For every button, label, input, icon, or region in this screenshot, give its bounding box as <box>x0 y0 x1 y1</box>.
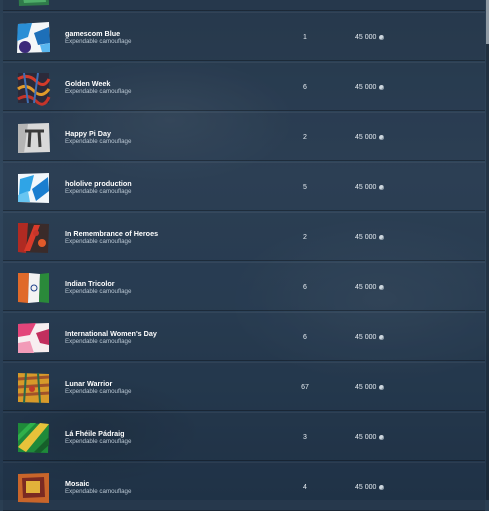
item-price: 45 000 <box>355 434 385 441</box>
item-quantity: 4 <box>303 484 307 491</box>
item-type: Expendable camouflage <box>65 88 132 95</box>
item-type: Expendable camouflage <box>65 238 132 245</box>
credits-coin-icon <box>379 434 385 440</box>
indian-tricolor-camo-icon <box>18 273 49 303</box>
list-item[interactable]: gamescom Blue Expendable camouflage 1 45… <box>3 12 485 61</box>
item-name: In Remembrance of Heroes <box>65 229 159 238</box>
remembrance-camo-icon <box>18 223 49 253</box>
credits-coin-icon <box>379 384 385 390</box>
item-type: Expendable camouflage <box>65 188 132 195</box>
item-price: 45 000 <box>355 234 385 241</box>
item-quantity: 6 <box>303 334 307 341</box>
item-quantity: 2 <box>303 134 307 141</box>
golden-week-camo-icon <box>17 72 51 106</box>
item-quantity: 1 <box>303 34 307 41</box>
item-price: 45 000 <box>355 384 385 391</box>
credits-coin-icon <box>379 184 385 190</box>
gamescom-blue-camo-icon <box>17 22 50 53</box>
item-name: Mosaic <box>65 479 90 488</box>
credits-coin-icon <box>379 334 385 340</box>
list-item[interactable]: Happy Pi Day Expendable camouflage 2 45 … <box>3 112 485 161</box>
item-quantity: 67 <box>301 384 309 391</box>
credits-coin-icon <box>379 134 385 140</box>
credits-coin-icon <box>379 84 385 90</box>
list-item[interactable]: In Remembrance of Heroes Expendable camo… <box>3 212 485 261</box>
item-quantity: 3 <box>303 434 307 441</box>
list-item[interactable]: Indian Tricolor Expendable camouflage 6 … <box>3 262 485 311</box>
item-price: 45 000 <box>355 284 385 291</box>
item-type: Expendable camouflage <box>65 438 132 445</box>
item-price: 45 000 <box>355 134 385 141</box>
item-name: hololive production <box>65 179 132 188</box>
camo-thumbnail-icon <box>18 0 49 6</box>
item-quantity: 6 <box>303 284 307 291</box>
item-name: Lá Fhéile Pádraig <box>65 429 125 438</box>
item-type: Expendable camouflage <box>65 338 132 345</box>
credits-coin-icon <box>379 34 385 40</box>
list-item[interactable]: hololive production Expendable camouflag… <box>3 162 485 211</box>
item-name: Indian Tricolor <box>65 279 115 288</box>
item-name: International Women's Day <box>65 329 157 338</box>
item-type: Expendable camouflage <box>65 488 132 495</box>
item-name: Happy Pi Day <box>65 129 111 138</box>
list-item[interactable]: International Women's Day Expendable cam… <box>3 312 485 361</box>
list-item[interactable]: Lunar Warrior Expendable camouflage 67 4… <box>3 362 485 411</box>
item-type: Expendable camouflage <box>65 388 132 395</box>
credits-coin-icon <box>379 234 385 240</box>
item-name: Lunar Warrior <box>65 379 113 388</box>
lunar-warrior-camo-icon <box>17 372 50 404</box>
item-price: 45 000 <box>355 34 385 41</box>
list-item-partial[interactable] <box>3 0 485 11</box>
list-item[interactable]: Golden Week Expendable camouflage 6 45 0… <box>3 62 485 111</box>
item-type: Expendable camouflage <box>65 138 132 145</box>
item-price: 45 000 <box>355 184 385 191</box>
credits-coin-icon <box>379 284 385 290</box>
credits-coin-icon <box>379 484 385 490</box>
item-price: 45 000 <box>355 484 385 491</box>
mosaic-camo-icon <box>18 473 49 503</box>
hololive-camo-icon <box>18 173 49 203</box>
item-quantity: 5 <box>303 184 307 191</box>
item-type: Expendable camouflage <box>65 288 132 295</box>
happy-pi-day-camo-icon <box>18 123 50 153</box>
list-item[interactable]: Mosaic Expendable camouflage 4 45 000 <box>3 462 485 511</box>
womens-day-camo-icon <box>18 323 49 353</box>
item-type: Expendable camouflage <box>65 38 132 45</box>
item-name: gamescom Blue <box>65 29 121 38</box>
item-quantity: 6 <box>303 84 307 91</box>
item-quantity: 2 <box>303 234 307 241</box>
item-price: 45 000 <box>355 334 385 341</box>
la-fheile-padraig-camo-icon <box>18 423 49 453</box>
item-name: Golden Week <box>65 79 111 88</box>
item-price: 45 000 <box>355 84 385 91</box>
list-item[interactable]: Lá Fhéile Pádraig Expendable camouflage … <box>3 412 485 461</box>
